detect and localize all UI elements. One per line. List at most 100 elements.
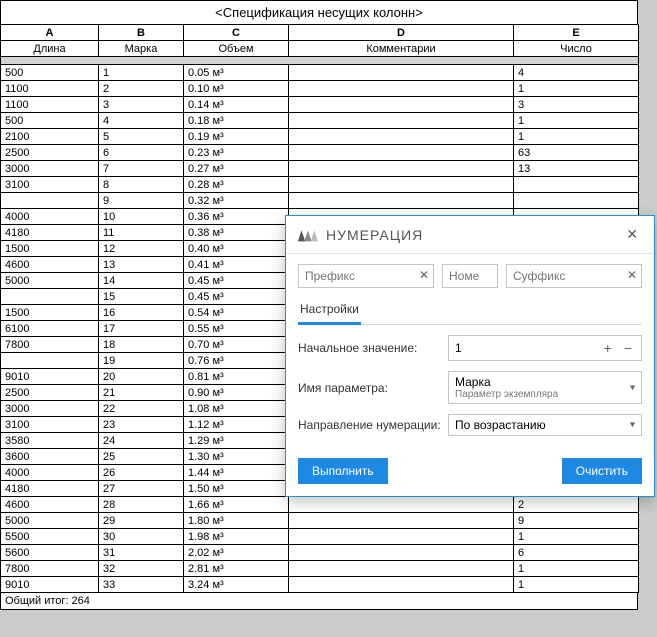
cell[interactable]: 1.98 м³ [184, 529, 289, 545]
cell[interactable]: 1500 [1, 241, 99, 257]
cell[interactable]: 0.23 м³ [184, 145, 289, 161]
cell[interactable]: 1.50 м³ [184, 481, 289, 497]
cell[interactable]: 12 [99, 241, 184, 257]
cell[interactable]: 0.38 м³ [184, 225, 289, 241]
start-value-input[interactable]: 1 + − [448, 335, 642, 361]
table-row[interactable]: 5500301.98 м³1 [1, 529, 639, 545]
cell[interactable]: 1.44 м³ [184, 465, 289, 481]
cell[interactable]: 2 [514, 497, 639, 513]
cell[interactable] [289, 129, 514, 145]
cell[interactable]: 1 [514, 81, 639, 97]
cell[interactable]: 32 [99, 561, 184, 577]
cell[interactable]: 15 [99, 289, 184, 305]
col-letter[interactable]: E [514, 25, 639, 41]
cell[interactable]: 1.08 м³ [184, 401, 289, 417]
cell[interactable]: 5 [99, 129, 184, 145]
cell[interactable]: 5600 [1, 545, 99, 561]
cell[interactable]: 9010 [1, 577, 99, 593]
col-name[interactable]: Комментарии [289, 41, 514, 57]
number-field[interactable] [442, 264, 498, 288]
suffix-input[interactable] [507, 269, 641, 283]
cell[interactable] [289, 81, 514, 97]
cell[interactable]: 500 [1, 113, 99, 129]
cell[interactable]: 1100 [1, 97, 99, 113]
cell[interactable]: 26 [99, 465, 184, 481]
cell[interactable]: 1500 [1, 305, 99, 321]
cell[interactable] [1, 289, 99, 305]
table-row[interactable]: 110030.14 м³3 [1, 97, 639, 113]
clear-icon[interactable]: ✕ [627, 268, 637, 282]
cell[interactable] [289, 113, 514, 129]
number-input[interactable] [443, 269, 497, 283]
cell[interactable]: 28 [99, 497, 184, 513]
cell[interactable]: 21 [99, 385, 184, 401]
cell[interactable]: 14 [99, 273, 184, 289]
cell[interactable]: 0.10 м³ [184, 81, 289, 97]
cell[interactable] [1, 193, 99, 209]
cell[interactable]: 3.24 м³ [184, 577, 289, 593]
cell[interactable]: 2100 [1, 129, 99, 145]
cell[interactable]: 7 [99, 161, 184, 177]
tab-settings[interactable]: Настройки [298, 298, 361, 325]
col-letter[interactable]: C [184, 25, 289, 41]
cell[interactable]: 0.32 м³ [184, 193, 289, 209]
cell[interactable]: 2 [99, 81, 184, 97]
cell[interactable]: 0.36 м³ [184, 209, 289, 225]
cell[interactable]: 7800 [1, 337, 99, 353]
col-name[interactable]: Марка [99, 41, 184, 57]
table-row[interactable]: 310080.28 м³ [1, 177, 639, 193]
cell[interactable]: 0.28 м³ [184, 177, 289, 193]
plus-icon[interactable]: + [601, 340, 615, 356]
clear-icon[interactable]: ✕ [419, 268, 429, 282]
cell[interactable] [289, 65, 514, 81]
cell[interactable]: 3000 [1, 161, 99, 177]
cell[interactable]: 1.29 м³ [184, 433, 289, 449]
table-row[interactable]: 110020.10 м³ 1 [1, 81, 639, 97]
cell[interactable]: 0.54 м³ [184, 305, 289, 321]
param-name-combo[interactable]: Марка Параметр экземпляра ▾ [448, 371, 642, 404]
cell[interactable]: 1 [514, 113, 639, 129]
clear-button[interactable]: Очистить [562, 458, 642, 484]
cell[interactable]: 9 [99, 193, 184, 209]
cell[interactable] [289, 97, 514, 113]
cell[interactable]: 2.02 м³ [184, 545, 289, 561]
cell[interactable] [289, 513, 514, 529]
cell[interactable]: 5000 [1, 513, 99, 529]
prefix-input[interactable] [299, 269, 433, 283]
cell[interactable]: 3100 [1, 177, 99, 193]
col-letter[interactable]: B [99, 25, 184, 41]
cell[interactable]: 500 [1, 65, 99, 81]
cell[interactable]: 0.76 м³ [184, 353, 289, 369]
cell[interactable]: 11 [99, 225, 184, 241]
cell[interactable]: 19 [99, 353, 184, 369]
cell[interactable]: 1100 [1, 81, 99, 97]
cell[interactable]: 63 [514, 145, 639, 161]
cell[interactable]: 8 [99, 177, 184, 193]
cell[interactable]: 6100 [1, 321, 99, 337]
cell[interactable]: 4000 [1, 465, 99, 481]
cell[interactable]: 5500 [1, 529, 99, 545]
cell[interactable]: 30 [99, 529, 184, 545]
cell[interactable] [289, 561, 514, 577]
cell[interactable]: 1 [99, 65, 184, 81]
cell[interactable]: 0.19 м³ [184, 129, 289, 145]
table-row[interactable]: 210050.19 м³ 1 [1, 129, 639, 145]
cell[interactable]: 33 [99, 577, 184, 593]
table-row[interactable]: 90.32 м³ [1, 193, 639, 209]
table-row[interactable]: 50040.18 м³1 [1, 113, 639, 129]
dialog-titlebar[interactable]: НУМЕРАЦИЯ ✕ [286, 216, 654, 254]
cell[interactable]: 16 [99, 305, 184, 321]
close-icon[interactable]: ✕ [620, 224, 644, 245]
cell[interactable]: 22 [99, 401, 184, 417]
cell[interactable]: 10 [99, 209, 184, 225]
cell[interactable]: 1 [514, 561, 639, 577]
cell[interactable]: 0.90 м³ [184, 385, 289, 401]
cell[interactable]: 4600 [1, 257, 99, 273]
table-row[interactable]: 7800322.81 м³1 [1, 561, 639, 577]
cell[interactable]: 2500 [1, 385, 99, 401]
cell[interactable] [514, 193, 639, 209]
cell[interactable]: 24 [99, 433, 184, 449]
cell[interactable] [289, 545, 514, 561]
run-button[interactable]: Выполнить [298, 458, 388, 484]
cell[interactable]: 1 [514, 129, 639, 145]
